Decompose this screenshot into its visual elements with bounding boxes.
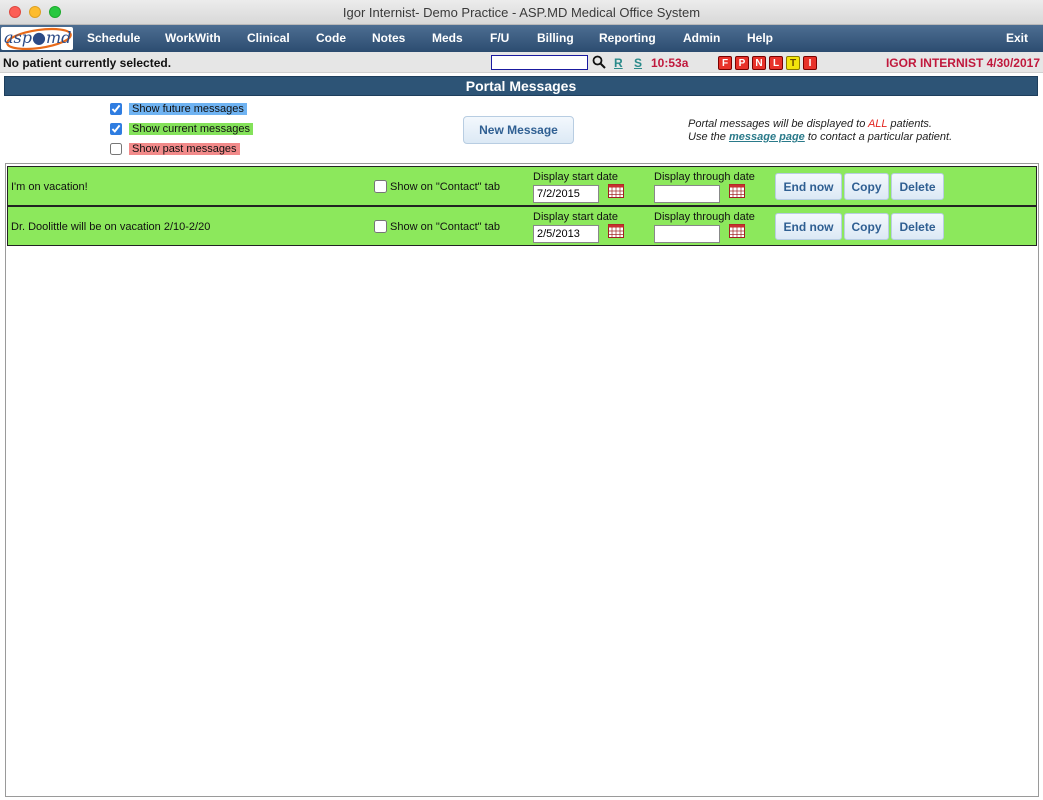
message-row: Dr. Doolittle will be on vacation 2/10-2… <box>7 206 1037 246</box>
info-all: ALL <box>867 118 888 130</box>
menu-admin[interactable]: Admin <box>683 31 720 45</box>
copy-button[interactable]: Copy <box>844 173 889 200</box>
calendar-icon[interactable] <box>608 184 624 198</box>
flag-l[interactable]: L <box>769 56 783 70</box>
info-text: Use the <box>688 131 729 143</box>
aspmd-logo: asp●md <box>1 27 73 50</box>
through-date-input[interactable] <box>654 225 720 243</box>
through-date-label: Display through date <box>654 211 755 223</box>
through-date-label: Display through date <box>654 171 755 183</box>
filter-future[interactable]: Show future messages <box>110 102 247 116</box>
copy-button[interactable]: Copy <box>844 213 889 240</box>
main-menu-bar: asp●md Schedule WorkWith Clinical Code N… <box>0 25 1043 52</box>
search-link[interactable]: S <box>634 56 642 70</box>
past-checkbox[interactable] <box>110 143 122 155</box>
info-line-2: Use the message page to contact a partic… <box>688 131 952 143</box>
through-date-input[interactable] <box>654 185 720 203</box>
message-text: I'm on vacation! <box>11 181 88 193</box>
end-now-button[interactable]: End now <box>775 173 842 200</box>
contact-label: Show on "Contact" tab <box>390 220 500 233</box>
show-on-contact[interactable]: Show on "Contact" tab <box>374 220 500 233</box>
menu-billing[interactable]: Billing <box>537 31 574 45</box>
menu-code[interactable]: Code <box>316 31 346 45</box>
contact-checkbox[interactable] <box>374 180 387 193</box>
logo-text: asp●md <box>4 28 72 47</box>
current-checkbox[interactable] <box>110 123 122 135</box>
menu-fu[interactable]: F/U <box>490 31 509 45</box>
calendar-icon[interactable] <box>608 224 624 238</box>
info-text: Portal messages will be displayed to <box>688 118 868 130</box>
start-date-input[interactable] <box>533 225 599 243</box>
calendar-icon[interactable] <box>729 184 745 198</box>
info-line-1: Portal messages will be displayed to ALL… <box>688 118 932 130</box>
flag-f[interactable]: F <box>718 56 732 70</box>
search-icon[interactable] <box>592 55 606 69</box>
menu-meds[interactable]: Meds <box>432 31 463 45</box>
delete-button[interactable]: Delete <box>891 173 944 200</box>
contact-checkbox[interactable] <box>374 220 387 233</box>
info-text: patients. <box>887 118 932 130</box>
menu-schedule[interactable]: Schedule <box>87 31 140 45</box>
info-text: to contact a particular patient. <box>804 131 953 143</box>
menu-exit[interactable]: Exit <box>1006 31 1028 45</box>
menu-workwith[interactable]: WorkWith <box>165 31 221 45</box>
clock-time: 10:53a <box>651 56 689 70</box>
filter-past[interactable]: Show past messages <box>110 142 240 156</box>
window-title: Igor Internist- Demo Practice - ASP.MD M… <box>342 5 701 20</box>
contact-label: Show on "Contact" tab <box>390 180 500 193</box>
menu-clinical[interactable]: Clinical <box>247 31 290 45</box>
menu-notes[interactable]: Notes <box>372 31 405 45</box>
new-message-button[interactable]: New Message <box>463 116 574 144</box>
recent-link[interactable]: R <box>614 56 623 70</box>
start-date-input[interactable] <box>533 185 599 203</box>
flag-i[interactable]: I <box>803 56 817 70</box>
future-checkbox[interactable] <box>110 103 122 115</box>
page-title: Portal Messages <box>4 76 1038 96</box>
future-label: Show future messages <box>129 103 247 115</box>
messages-panel: I'm on vacation! Show on "Contact" tab D… <box>5 163 1039 797</box>
start-date-label: Display start date <box>533 171 618 183</box>
flag-n[interactable]: N <box>752 56 766 70</box>
user-and-date: IGOR INTERNIST 4/30/2017 <box>885 56 1040 70</box>
show-on-contact[interactable]: Show on "Contact" tab <box>374 180 500 193</box>
message-row: I'm on vacation! Show on "Contact" tab D… <box>7 166 1037 206</box>
status-bar: No patient currently selected. R S 10:53… <box>0 52 1043 73</box>
no-patient-text: No patient currently selected. <box>3 56 172 70</box>
end-now-button[interactable]: End now <box>775 213 842 240</box>
window-title-bar: Igor Internist- Demo Practice - ASP.MD M… <box>0 0 1043 25</box>
delete-button[interactable]: Delete <box>891 213 944 240</box>
filter-current[interactable]: Show current messages <box>110 122 253 136</box>
flag-t[interactable]: T <box>786 56 800 70</box>
calendar-icon[interactable] <box>729 224 745 238</box>
patient-search-input[interactable] <box>491 55 588 70</box>
flag-p[interactable]: P <box>735 56 749 70</box>
menu-help[interactable]: Help <box>747 31 773 45</box>
message-page-link[interactable]: message page <box>729 131 805 143</box>
current-label: Show current messages <box>129 123 253 135</box>
start-date-label: Display start date <box>533 211 618 223</box>
menu-reporting[interactable]: Reporting <box>599 31 656 45</box>
message-text: Dr. Doolittle will be on vacation 2/10-2… <box>11 221 211 233</box>
past-label: Show past messages <box>129 143 240 155</box>
